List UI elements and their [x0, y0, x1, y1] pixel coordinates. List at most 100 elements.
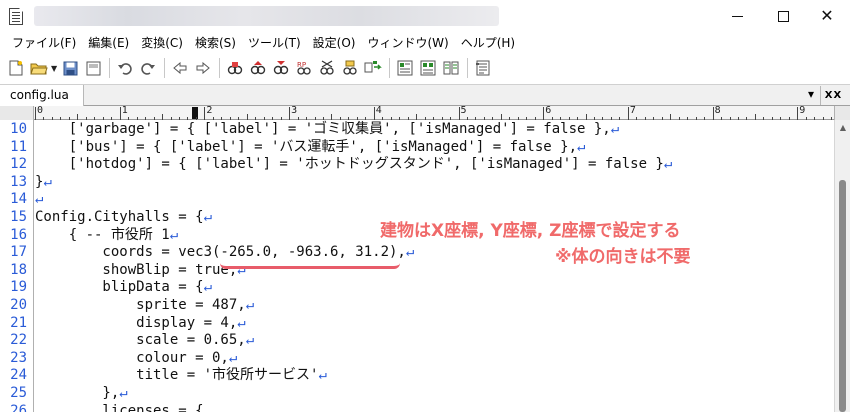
- code-line[interactable]: licenses = {: [35, 402, 204, 412]
- search-prev-icon[interactable]: [247, 57, 269, 79]
- line-end-mark-icon: ↵: [35, 191, 44, 208]
- close-button[interactable]: ✕: [804, 0, 850, 32]
- new-file-icon[interactable]: [5, 57, 27, 79]
- annotation-text-2: ※体の向きは不要: [555, 247, 691, 267]
- code-line[interactable]: },↵: [35, 385, 127, 403]
- menu-bar: ファイル(F) 編集(E) 変換(C) 検索(S) ツール(T) 設定(O) ウ…: [0, 32, 850, 54]
- line-number: 17: [10, 244, 27, 261]
- toolbar: ▼ RP: [0, 54, 850, 82]
- undo-icon[interactable]: [114, 57, 136, 79]
- ruler-tick: [797, 107, 799, 120]
- menu-window[interactable]: ウィンドウ(W): [361, 32, 454, 54]
- open-dropdown-icon[interactable]: ▼: [51, 64, 59, 73]
- code-line[interactable]: colour = 0,↵: [35, 350, 237, 368]
- line-end-mark-icon: ↵: [203, 209, 213, 225]
- line-number: 12: [10, 156, 27, 173]
- line-end-mark-icon: ↵: [318, 367, 327, 384]
- line-end-mark-icon: ↵: [577, 138, 586, 155]
- ruler-tick: [373, 107, 375, 120]
- function-list-icon[interactable]: [417, 57, 439, 79]
- code-line[interactable]: ['hotdog'] = { ['label'] = 'ホットドッグスタンド',…: [35, 156, 673, 174]
- grep-icon[interactable]: [339, 57, 361, 79]
- code-line[interactable]: ['bus'] = { ['label'] = 'バス運転手', ['isMan…: [35, 138, 586, 157]
- maximize-button[interactable]: [760, 0, 806, 32]
- code-line-text: licenses = {: [35, 402, 204, 412]
- ruler-tick: [458, 107, 460, 120]
- code-line-text: { -- 市役所 1: [35, 226, 170, 243]
- code-line[interactable]: display = 4,↵: [35, 315, 246, 333]
- scrollbar-thumb[interactable]: [839, 180, 846, 412]
- search-next-icon[interactable]: [270, 57, 292, 79]
- replace-icon[interactable]: RP: [293, 57, 315, 79]
- ruler-tick: [204, 107, 206, 120]
- line-number: 18: [10, 261, 27, 278]
- code-line-text: colour = 0,: [35, 349, 229, 366]
- menu-search[interactable]: 検索(S): [189, 32, 242, 54]
- open-file-icon[interactable]: [28, 57, 50, 79]
- vertical-scrollbar[interactable]: ▲: [834, 120, 850, 412]
- menu-edit[interactable]: 編集(E): [82, 32, 135, 54]
- line-end-mark-icon: ↵: [405, 244, 415, 261]
- code-line[interactable]: showBlip = true,↵: [35, 262, 245, 280]
- code-line[interactable]: sprite = 487,↵: [35, 297, 254, 315]
- tab-config-lua[interactable]: config.lua: [0, 85, 84, 106]
- ruler-label: 3: [291, 105, 298, 116]
- code-line[interactable]: title = '市役所サービス'↵: [35, 367, 327, 385]
- jump-back-icon[interactable]: [169, 57, 191, 79]
- tab-bar: config.lua XX ▾: [0, 84, 850, 106]
- line-number: 22: [10, 332, 27, 349]
- code-line-text: title = '市役所サービス': [35, 367, 319, 384]
- menu-help[interactable]: ヘルプ(H): [455, 32, 521, 54]
- compare-icon[interactable]: [440, 57, 462, 79]
- line-number: 10: [10, 121, 27, 137]
- tab-list-dropdown-icon[interactable]: ▾: [808, 87, 814, 101]
- line-end-mark-icon: ↵: [228, 349, 238, 366]
- notepad-app-icon[interactable]: [9, 8, 23, 25]
- line-number: 21: [10, 314, 27, 331]
- close-all-tabs-button[interactable]: XX: [820, 86, 846, 105]
- menu-tools[interactable]: ツール(T): [242, 32, 307, 54]
- ruler-tick: [712, 107, 714, 120]
- line-end-mark-icon: ↵: [169, 226, 179, 243]
- ruler-label: 7: [629, 105, 636, 116]
- search-mark-icon[interactable]: [316, 57, 338, 79]
- line-number: 16: [10, 226, 27, 243]
- code-line-text: ['hotdog'] = { ['label'] = 'ホットドッグスタンド',…: [35, 156, 664, 173]
- minimize-button[interactable]: [714, 0, 760, 32]
- menu-file[interactable]: ファイル(F): [6, 32, 82, 54]
- code-area[interactable]: ['garbage'] = { ['label'] = 'ゴミ収集員', ['i…: [35, 120, 834, 412]
- code-line[interactable]: ['garbage'] = { ['label'] = 'ゴミ収集員', ['i…: [35, 121, 619, 139]
- maximize-icon: [777, 10, 789, 22]
- jump-forward-icon[interactable]: [192, 57, 214, 79]
- line-number: 15: [10, 209, 27, 225]
- close-icon: ✕: [820, 6, 834, 25]
- ruler-tick: [119, 107, 121, 120]
- code-line[interactable]: blipData = {↵: [35, 279, 212, 297]
- line-number: 14: [10, 191, 27, 208]
- menu-convert[interactable]: 変換(C): [135, 32, 189, 54]
- outline-icon[interactable]: [394, 57, 416, 79]
- ruler-tick: [627, 107, 629, 120]
- settings-icon[interactable]: [472, 57, 494, 79]
- code-line[interactable]: scale = 0.65,↵: [35, 332, 254, 350]
- search-icon[interactable]: [224, 57, 246, 79]
- scroll-up-icon[interactable]: ▲: [835, 120, 850, 136]
- code-line[interactable]: { -- 市役所 1↵: [35, 227, 178, 245]
- window-title-blurred: [34, 6, 499, 26]
- code-line[interactable]: Config.Cityhalls = {↵: [35, 209, 212, 227]
- code-line[interactable]: }↵: [35, 174, 52, 192]
- tag-jump-icon[interactable]: [362, 57, 384, 79]
- redo-icon[interactable]: [137, 57, 159, 79]
- code-line[interactable]: ↵: [35, 191, 43, 209]
- line-end-mark-icon: ↵: [610, 121, 620, 137]
- code-line[interactable]: coords = vec3(-265.0, -963.6, 31.2),↵: [35, 244, 414, 262]
- save-all-icon[interactable]: [82, 57, 104, 79]
- ruler-label: 6: [545, 105, 552, 116]
- line-number: 13: [10, 173, 27, 190]
- save-icon[interactable]: [59, 57, 81, 79]
- ruler-tick: [543, 107, 545, 120]
- ruler-label: 4: [375, 105, 382, 116]
- editor-pane[interactable]: 10 11 12 13 14 15 16 17 18 19 20 21 22 23 24 25 26 ['gar…: [0, 120, 834, 412]
- menu-settings[interactable]: 設定(O): [307, 32, 362, 54]
- ruler-label: 9: [799, 105, 806, 116]
